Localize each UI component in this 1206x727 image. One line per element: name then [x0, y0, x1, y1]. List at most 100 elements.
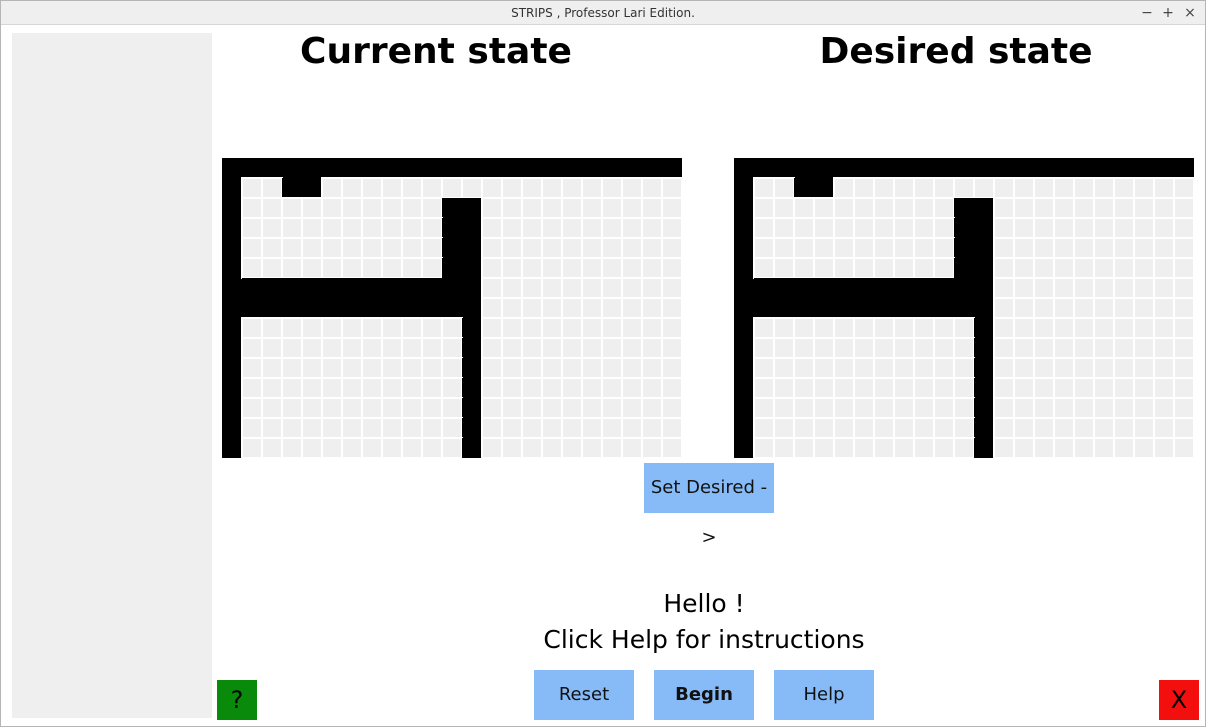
desired-floor-cell[interactable] — [813, 417, 835, 439]
current-floor-cell[interactable] — [581, 197, 603, 219]
current-floor-cell[interactable] — [641, 437, 663, 458]
desired-floor-cell[interactable] — [773, 177, 795, 199]
current-floor-cell[interactable] — [501, 357, 523, 379]
desired-floor-cell[interactable] — [1133, 317, 1155, 339]
desired-floor-cell[interactable] — [913, 197, 935, 219]
current-wall-cell[interactable] — [442, 278, 462, 298]
desired-floor-cell[interactable] — [793, 337, 815, 359]
desired-floor-cell[interactable] — [793, 437, 815, 458]
desired-floor-cell[interactable] — [1173, 177, 1194, 199]
desired-wall-cell[interactable] — [974, 298, 994, 318]
desired-floor-cell[interactable] — [1073, 397, 1095, 419]
current-floor-cell[interactable] — [481, 277, 503, 299]
desired-floor-cell[interactable] — [773, 237, 795, 259]
desired-floor-cell[interactable] — [1033, 437, 1055, 458]
desired-wall-cell[interactable] — [954, 198, 974, 218]
desired-wall-cell[interactable] — [974, 318, 994, 338]
desired-floor-cell[interactable] — [1133, 397, 1155, 419]
desired-floor-cell[interactable] — [1173, 397, 1194, 419]
current-floor-cell[interactable] — [521, 217, 543, 239]
desired-floor-cell[interactable] — [1133, 177, 1155, 199]
current-floor-cell[interactable] — [501, 337, 523, 359]
desired-floor-cell[interactable] — [1093, 297, 1115, 319]
current-wall-cell[interactable] — [442, 258, 462, 278]
current-floor-cell[interactable] — [361, 217, 383, 239]
current-floor-cell[interactable] — [541, 277, 563, 299]
desired-floor-cell[interactable] — [933, 357, 955, 379]
current-floor-cell[interactable] — [381, 317, 403, 339]
help-corner-button[interactable]: ? — [217, 680, 257, 720]
current-floor-cell[interactable] — [241, 317, 263, 339]
current-floor-cell[interactable] — [621, 197, 643, 219]
desired-floor-cell[interactable] — [1173, 357, 1194, 379]
desired-wall-cell[interactable] — [834, 298, 854, 318]
desired-floor-cell[interactable] — [813, 257, 835, 279]
current-floor-cell[interactable] — [621, 297, 643, 319]
current-floor-cell[interactable] — [301, 217, 323, 239]
current-floor-cell[interactable] — [241, 377, 263, 399]
desired-floor-cell[interactable] — [1173, 277, 1194, 299]
desired-floor-cell[interactable] — [753, 417, 775, 439]
current-floor-cell[interactable] — [601, 437, 623, 458]
desired-floor-cell[interactable] — [1093, 217, 1115, 239]
desired-floor-cell[interactable] — [1013, 417, 1035, 439]
desired-floor-cell[interactable] — [893, 337, 915, 359]
desired-floor-cell[interactable] — [813, 317, 835, 339]
current-floor-cell[interactable] — [261, 217, 283, 239]
desired-floor-cell[interactable] — [1133, 297, 1155, 319]
current-floor-cell[interactable] — [301, 417, 323, 439]
desired-floor-cell[interactable] — [1053, 317, 1075, 339]
current-floor-cell[interactable] — [421, 397, 443, 419]
desired-floor-cell[interactable] — [853, 397, 875, 419]
current-floor-cell[interactable] — [621, 437, 643, 458]
desired-floor-cell[interactable] — [753, 357, 775, 379]
current-floor-cell[interactable] — [481, 397, 503, 419]
current-floor-cell[interactable] — [501, 217, 523, 239]
current-floor-cell[interactable] — [601, 257, 623, 279]
current-floor-cell[interactable] — [241, 257, 263, 279]
desired-floor-cell[interactable] — [993, 377, 1015, 399]
current-floor-cell[interactable] — [581, 397, 603, 419]
current-floor-cell[interactable] — [661, 277, 682, 299]
desired-floor-cell[interactable] — [953, 337, 975, 359]
desired-floor-cell[interactable] — [1153, 377, 1175, 399]
current-floor-cell[interactable] — [481, 377, 503, 399]
desired-floor-cell[interactable] — [1013, 177, 1035, 199]
current-floor-cell[interactable] — [261, 237, 283, 259]
desired-floor-cell[interactable] — [1013, 257, 1035, 279]
current-floor-cell[interactable] — [321, 197, 343, 219]
current-floor-cell[interactable] — [281, 257, 303, 279]
desired-floor-cell[interactable] — [853, 197, 875, 219]
current-floor-cell[interactable] — [641, 197, 663, 219]
current-floor-cell[interactable] — [661, 317, 682, 339]
current-floor-cell[interactable] — [501, 317, 523, 339]
desired-wall-cell[interactable] — [834, 278, 854, 298]
desired-floor-cell[interactable] — [833, 197, 855, 219]
current-floor-cell[interactable] — [661, 357, 682, 379]
desired-wall-cell[interactable] — [954, 298, 974, 318]
desired-floor-cell[interactable] — [753, 437, 775, 458]
current-wall-cell[interactable] — [282, 298, 302, 318]
desired-floor-cell[interactable] — [773, 357, 795, 379]
desired-wall-cell[interactable] — [894, 298, 914, 318]
desired-floor-cell[interactable] — [1113, 257, 1135, 279]
desired-floor-cell[interactable] — [753, 217, 775, 239]
desired-wall-cell[interactable] — [794, 298, 814, 318]
current-floor-cell[interactable] — [661, 337, 682, 359]
current-floor-cell[interactable] — [541, 237, 563, 259]
current-floor-cell[interactable] — [241, 397, 263, 419]
current-floor-cell[interactable] — [401, 177, 423, 199]
current-wall-cell[interactable] — [402, 298, 422, 318]
desired-wall-cell[interactable] — [914, 278, 934, 298]
current-floor-cell[interactable] — [661, 177, 682, 199]
current-floor-cell[interactable] — [581, 237, 603, 259]
desired-floor-cell[interactable] — [1133, 357, 1155, 379]
current-floor-cell[interactable] — [521, 437, 543, 458]
desired-floor-cell[interactable] — [953, 397, 975, 419]
desired-floor-cell[interactable] — [953, 317, 975, 339]
current-floor-cell[interactable] — [361, 197, 383, 219]
desired-floor-cell[interactable] — [793, 317, 815, 339]
desired-floor-cell[interactable] — [1153, 437, 1175, 458]
desired-wall-cell[interactable] — [974, 438, 994, 458]
current-floor-cell[interactable] — [661, 217, 682, 239]
